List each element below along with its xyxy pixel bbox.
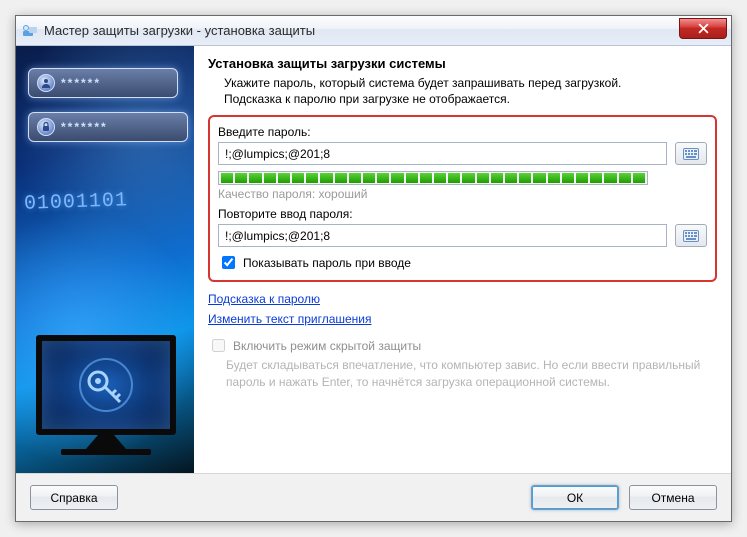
hidden-mode-section: Включить режим скрытой защиты Будет скла…: [208, 336, 717, 389]
dialog-window: Мастер защиты загрузки - установка защит…: [15, 15, 732, 522]
decor-binary-text: 01001101: [24, 189, 129, 216]
ok-button[interactable]: ОК: [531, 485, 619, 510]
confirm-label: Повторите ввод пароля:: [218, 207, 707, 221]
virtual-keyboard-button[interactable]: [675, 142, 707, 165]
dialog-footer: Справка ОК Отмена: [16, 473, 731, 521]
edit-prompt-link[interactable]: Изменить текст приглашения: [208, 312, 372, 326]
decor-monitor: [36, 335, 176, 455]
close-button[interactable]: [679, 18, 727, 39]
dialog-body: ****** ******* 01001101: [16, 46, 731, 473]
hidden-mode-checkbox[interactable]: [212, 339, 225, 352]
hidden-mode-description: Будет складываться впечатление, что комп…: [208, 357, 717, 389]
password-section: Введите пароль:: [208, 115, 717, 282]
lock-icon: [37, 118, 55, 136]
cancel-button[interactable]: Отмена: [629, 485, 717, 510]
section-heading: Установка защиты загрузки системы: [208, 56, 717, 71]
hidden-mode-label: Включить режим скрытой защиты: [233, 339, 421, 353]
password-input[interactable]: [218, 142, 667, 165]
side-image: ****** ******* 01001101: [16, 46, 194, 473]
decor-password-field: ******: [28, 68, 178, 98]
main-panel: Установка защиты загрузки системы Укажит…: [194, 46, 731, 473]
password-strength-meter: [218, 171, 648, 185]
show-password-checkbox[interactable]: [222, 256, 235, 269]
intro-text: Укажите пароль, который система будет за…: [208, 75, 717, 107]
decor-password-field: *******: [28, 112, 188, 142]
keyboard-icon: [683, 148, 699, 160]
password-label: Введите пароль:: [218, 125, 707, 139]
keyboard-icon: [683, 230, 699, 242]
password-quality-label: Качество пароля: хороший: [218, 187, 707, 201]
key-icon: [76, 355, 136, 415]
app-icon: [22, 23, 38, 39]
virtual-keyboard-button[interactable]: [675, 224, 707, 247]
close-icon: [698, 23, 709, 34]
password-hint-link[interactable]: Подсказка к паролю: [208, 292, 320, 306]
window-title: Мастер защиты загрузки - установка защит…: [44, 23, 315, 38]
links-section: Подсказка к паролю Изменить текст пригла…: [208, 292, 717, 326]
titlebar: Мастер защиты загрузки - установка защит…: [16, 16, 731, 46]
show-password-label[interactable]: Показывать пароль при вводе: [243, 256, 411, 270]
confirm-password-input[interactable]: [218, 224, 667, 247]
help-button[interactable]: Справка: [30, 485, 118, 510]
user-icon: [37, 74, 55, 92]
